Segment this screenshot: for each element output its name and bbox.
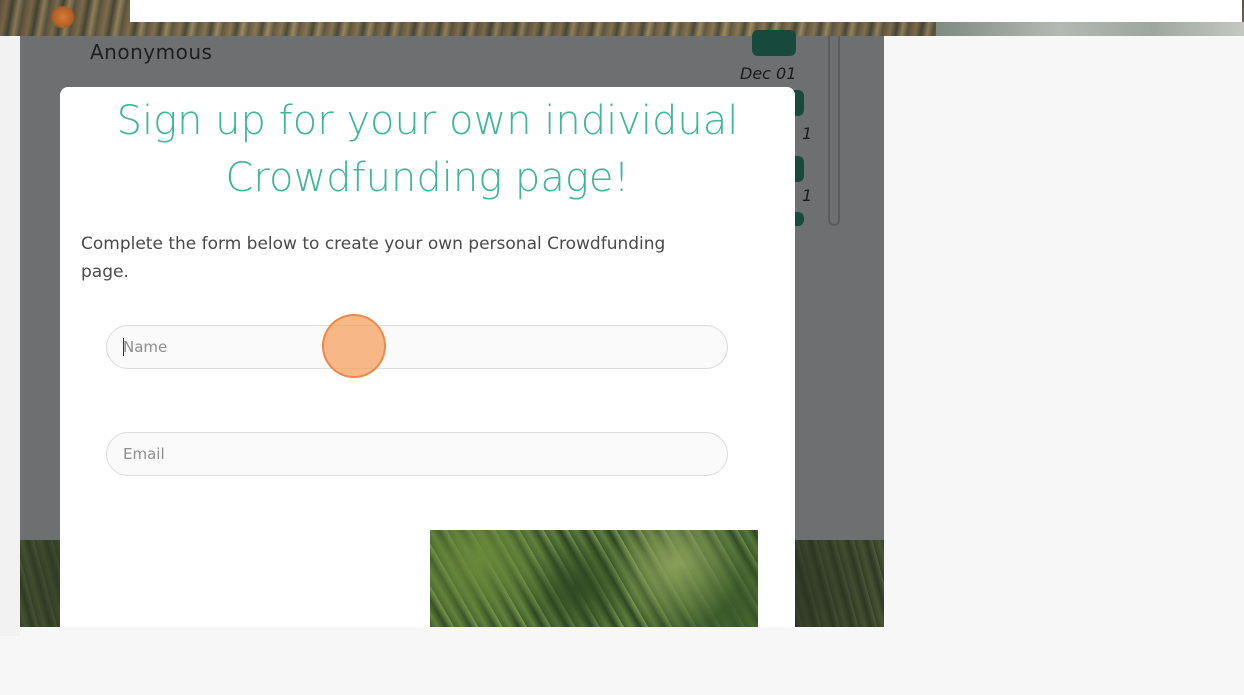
donation-date-partial: 1 — [802, 186, 813, 205]
left-page-edge — [0, 36, 20, 636]
donations-scrollbar[interactable] — [828, 36, 840, 226]
modal-title-line1: Sign up for your own individual — [116, 98, 739, 144]
modal-title-line2: Crowdfunding page! — [225, 155, 630, 201]
signup-modal: Sign up for your own individual Crowdfun… — [60, 87, 795, 627]
name-input[interactable] — [106, 325, 728, 369]
background-heading-fragment: Anonymous — [90, 40, 213, 64]
modal-title: Sign up for your own individual Crowdfun… — [60, 93, 795, 207]
click-indicator — [322, 314, 386, 378]
email-input[interactable] — [106, 432, 728, 476]
donation-date: Dec 01 — [740, 64, 797, 83]
leaf-image-detail — [50, 6, 76, 28]
modal-description: Complete the form below to create your o… — [81, 234, 666, 282]
donation-date-partial: 1 — [802, 124, 813, 143]
header-white-bar — [130, 0, 1242, 22]
donation-badge — [752, 30, 796, 56]
header-image-tail — [936, 22, 1244, 36]
text-caret — [123, 338, 124, 356]
forest-image — [430, 530, 758, 627]
header-image-strip — [0, 0, 1244, 36]
